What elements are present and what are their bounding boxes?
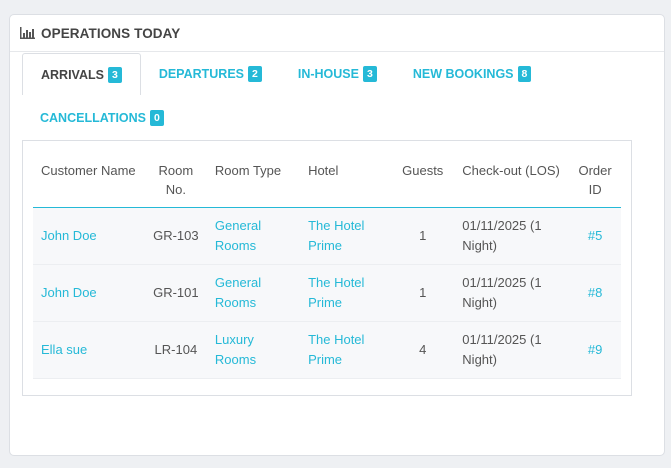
bar-chart-icon <box>20 27 35 39</box>
order-id-link[interactable]: #9 <box>588 342 602 357</box>
header-room-no: Room No. <box>144 155 207 208</box>
panel-header: OPERATIONS TODAY <box>10 15 664 52</box>
hotel-link[interactable]: The Hotel Prime <box>308 218 364 253</box>
count-badge: 2 <box>248 66 262 82</box>
header-room-type: Room Type <box>206 155 301 208</box>
count-badge: 0 <box>150 109 164 126</box>
tab-label: NEW BOOKINGS <box>412 67 514 81</box>
customer-link[interactable]: Ella sue <box>41 342 87 357</box>
count-badge: 8 <box>517 66 532 82</box>
customer-link[interactable]: John Doe <box>41 285 97 300</box>
order-id-link[interactable]: #8 <box>588 285 602 300</box>
header-check-out: Check-out (LOS) <box>454 155 570 208</box>
guests-cell: 4 <box>419 342 427 357</box>
room-no-cell: GR-101 <box>153 285 199 300</box>
hotel-link[interactable]: The Hotel Prime <box>308 275 364 310</box>
header-hotel: Hotel <box>300 155 392 208</box>
panel-title: OPERATIONS TODAY <box>41 25 181 41</box>
header-order-id: Order ID <box>569 155 621 208</box>
hotel-link[interactable]: The Hotel Prime <box>308 332 364 367</box>
tab-label: ARRIVALS <box>41 67 104 82</box>
check-out-cell: 01/11/2025 (1 Night) <box>462 332 542 367</box>
customer-link[interactable]: John Doe <box>41 228 97 243</box>
check-out-cell: 01/11/2025 (1 Night) <box>462 218 542 253</box>
room-type-link[interactable]: Luxury Rooms <box>215 332 256 367</box>
guests-cell: 1 <box>419 228 427 243</box>
order-id-link[interactable]: #5 <box>588 228 602 243</box>
arrivals-table: Customer Name Room No. Room Type Hotel G… <box>33 155 621 379</box>
table-row: John Doe GR-103 General Rooms The Hotel … <box>33 207 621 265</box>
tab-label: CANCELLATIONS <box>40 110 147 125</box>
tab-cancellations[interactable]: CANCELLATIONS 0 <box>22 109 182 126</box>
count-badge: 3 <box>362 66 377 82</box>
table-header-row: Customer Name Room No. Room Type Hotel G… <box>33 155 621 208</box>
tab-label: IN-HOUSE <box>297 67 359 81</box>
tab-new-bookings[interactable]: NEW BOOKINGS 8 <box>395 53 550 95</box>
room-type-link[interactable]: General Rooms <box>215 218 261 253</box>
guests-cell: 1 <box>419 285 427 300</box>
tab-label: DEPARTURES <box>158 67 245 81</box>
check-out-cell: 01/11/2025 (1 Night) <box>462 275 542 310</box>
room-no-cell: LR-104 <box>154 342 198 357</box>
header-guests: Guests <box>391 155 455 208</box>
arrivals-table-container: Customer Name Room No. Room Type Hotel G… <box>22 140 632 396</box>
tab-departures[interactable]: DEPARTURES 2 <box>141 53 280 95</box>
tab-arrivals[interactable]: ARRIVALS 3 <box>22 53 141 95</box>
tab-in-house[interactable]: IN-HOUSE 3 <box>280 53 395 95</box>
room-type-link[interactable]: General Rooms <box>215 275 261 310</box>
room-no-cell: GR-103 <box>153 228 199 243</box>
table-row: John Doe GR-101 General Rooms The Hotel … <box>33 264 621 322</box>
table-row: Ella sue LR-104 Luxury Rooms The Hotel P… <box>33 321 621 379</box>
operations-tabs: ARRIVALS 3 DEPARTURES 2 IN-HOUSE 3 NEW B… <box>22 53 632 140</box>
count-badge: 3 <box>107 66 122 83</box>
header-customer-name: Customer Name <box>33 155 145 208</box>
